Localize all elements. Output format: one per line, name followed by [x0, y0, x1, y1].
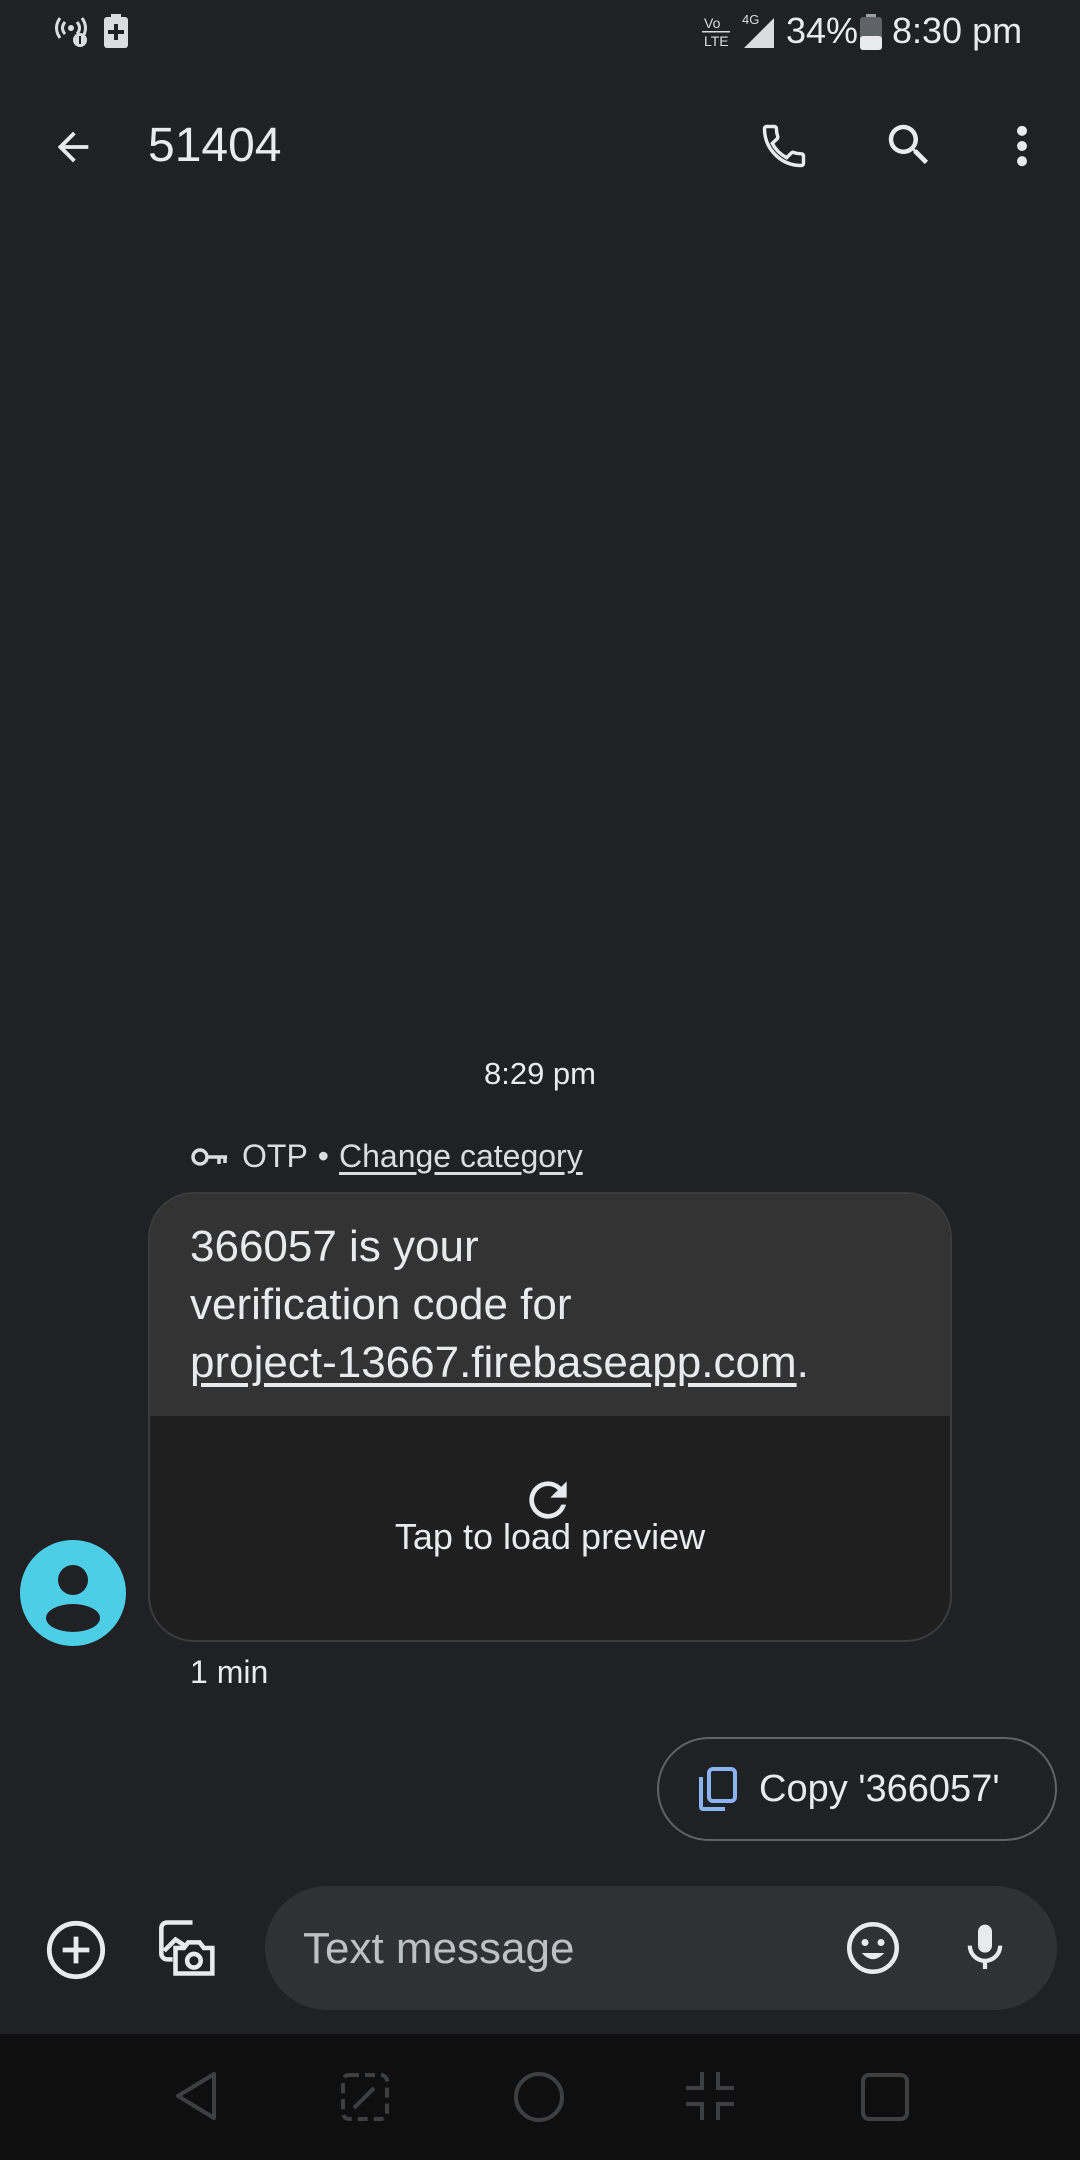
- copy-code-label: Copy '366057': [759, 1767, 1000, 1810]
- back-arrow-icon[interactable]: [50, 124, 96, 170]
- nav-recents-icon[interactable]: [860, 2072, 910, 2122]
- phone-icon[interactable]: [758, 120, 810, 172]
- category-label: OTP: [242, 1138, 308, 1174]
- svg-text:Vo: Vo: [704, 15, 721, 31]
- signal-icon: [744, 18, 776, 48]
- microphone-icon[interactable]: [957, 1918, 1013, 1978]
- message-link[interactable]: project-13667.firebaseapp.com: [190, 1338, 797, 1387]
- clock: 8:30 pm: [892, 10, 1023, 51]
- compose-bar: [265, 1886, 1057, 2010]
- message-category: OTP • Change category: [190, 1138, 583, 1175]
- more-options-icon[interactable]: [1006, 120, 1038, 172]
- copy-icon: [695, 1765, 739, 1813]
- message-bubble[interactable]: 366057 is your verification code for pro…: [148, 1192, 952, 1642]
- message-input[interactable]: [301, 1916, 805, 1982]
- category-separator: •: [317, 1138, 329, 1174]
- message-trailing: .: [796, 1338, 809, 1387]
- battery-percent: 34%: [786, 10, 859, 51]
- gallery-camera-icon[interactable]: [150, 1914, 218, 1982]
- battery-icon: [860, 14, 882, 50]
- volte-icon: Vo LTE: [702, 14, 734, 50]
- status-bar: Vo LTE 4G 34% 8:30 pm: [0, 0, 1080, 66]
- nav-back-icon[interactable]: [172, 2070, 220, 2122]
- add-attachment-icon[interactable]: [44, 1918, 108, 1982]
- message-line: project-13667.firebaseapp.com.: [190, 1334, 910, 1392]
- svg-text:LTE: LTE: [704, 33, 729, 49]
- change-category-link[interactable]: Change category: [339, 1138, 583, 1175]
- message-age: 1 min: [190, 1654, 269, 1690]
- message-body: 366057 is your verification code for pro…: [150, 1194, 950, 1416]
- message-line: verification code for: [190, 1280, 572, 1329]
- message-line: 366057 is your: [190, 1222, 479, 1271]
- hotspot-icon: [52, 14, 90, 48]
- avatar[interactable]: [20, 1540, 126, 1646]
- nav-shrink-icon[interactable]: [684, 2070, 736, 2122]
- key-icon: [190, 1145, 230, 1169]
- emoji-icon[interactable]: [843, 1918, 903, 1978]
- conversation-title: 51404: [148, 119, 282, 172]
- navigation-bar: [0, 2034, 1080, 2160]
- nav-home-icon[interactable]: [512, 2070, 566, 2124]
- person-icon: [46, 1565, 100, 1632]
- message-time-separator: 8:29 pm: [483, 1056, 596, 1091]
- search-icon[interactable]: [882, 118, 936, 172]
- battery-saver-icon: [104, 14, 128, 48]
- copy-code-chip[interactable]: Copy '366057': [657, 1737, 1057, 1841]
- preview-label: Tap to load preview: [394, 1516, 706, 1557]
- nav-edit-icon[interactable]: [340, 2072, 390, 2122]
